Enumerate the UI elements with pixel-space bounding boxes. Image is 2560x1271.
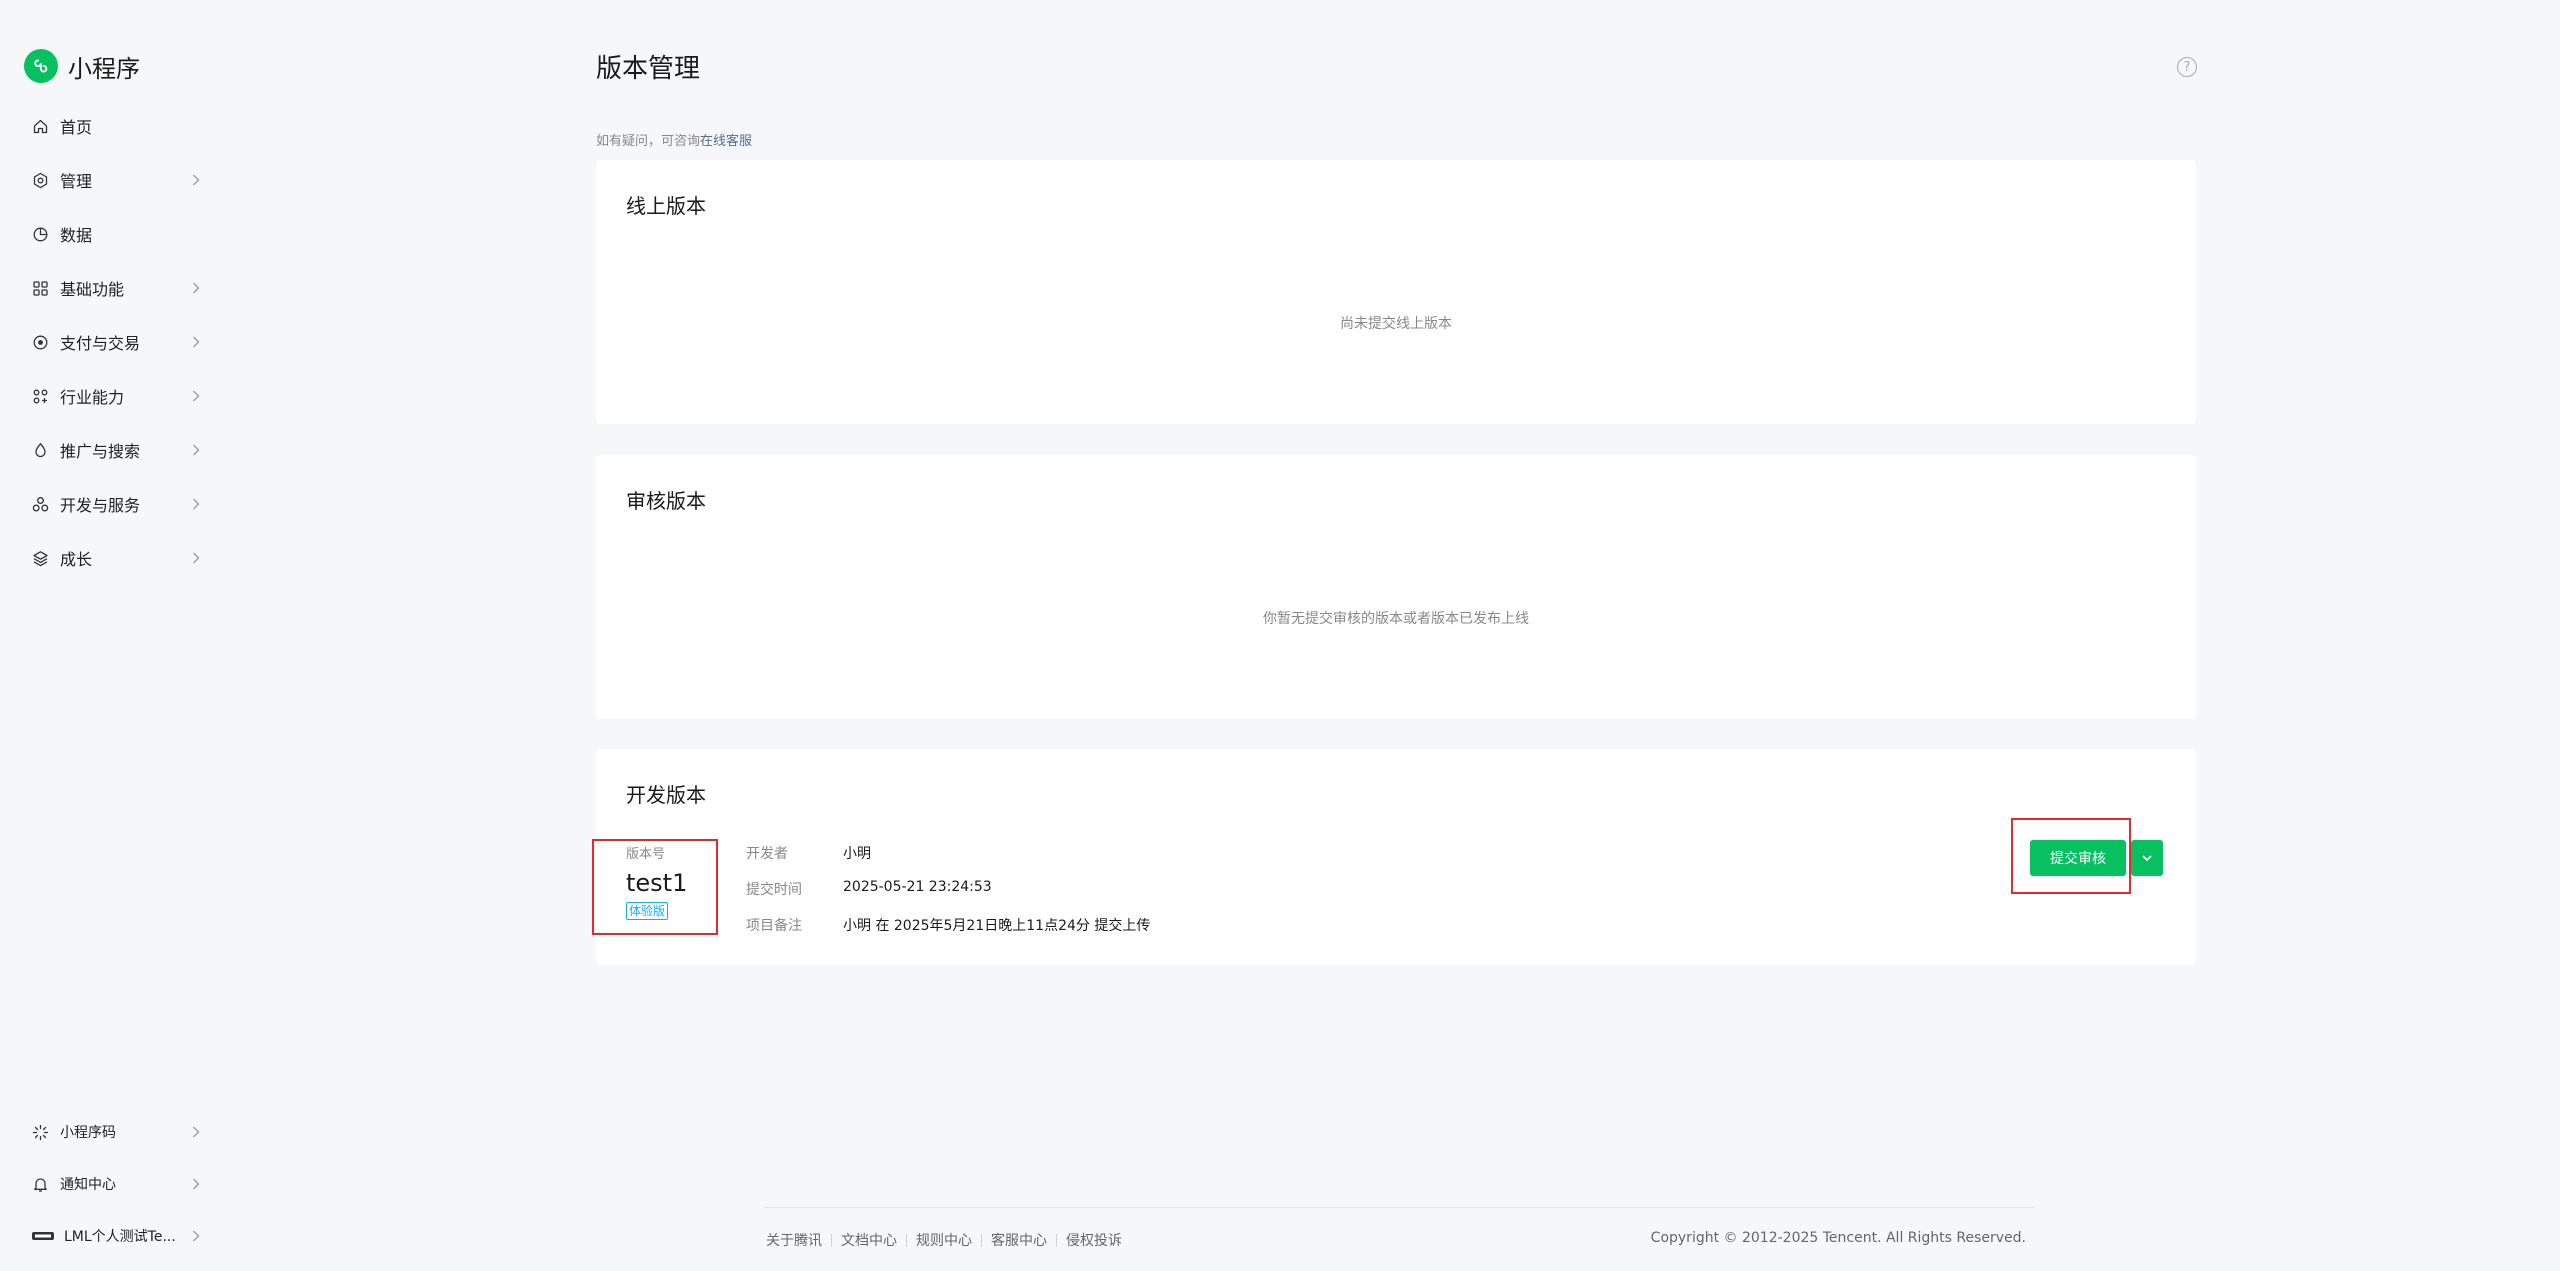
sidebar-item-notifications[interactable]: 通知中心 xyxy=(32,1168,204,1200)
dev-icon xyxy=(32,496,49,513)
chevron-right-icon xyxy=(188,388,204,404)
sidebar-item-label: 通知中心 xyxy=(60,1177,116,1193)
sidebar-item-data[interactable]: 数据 xyxy=(32,218,204,250)
sidebar-item-promotion[interactable]: 推广与搜索 xyxy=(32,434,204,466)
chevron-right-icon xyxy=(188,496,204,512)
footer-link-support[interactable]: 客服中心 xyxy=(991,1230,1047,1250)
footer-links: 关于腾讯 文档中心 规则中心 客服中心 侵权投诉 xyxy=(766,1230,1122,1250)
sidebar-item-label: 成长 xyxy=(60,550,93,569)
sidebar-item-label: 首页 xyxy=(60,118,93,137)
online-support-link[interactable]: 在线客服 xyxy=(700,134,752,149)
sidebar-item-qrcode[interactable]: 小程序码 xyxy=(32,1116,204,1148)
sidebar-item-label: 支付与交易 xyxy=(60,334,141,353)
help-icon[interactable]: ? xyxy=(2177,57,2197,77)
project-note-label: 项目备注 xyxy=(746,918,802,934)
developer-value: 小明 xyxy=(843,846,871,862)
online-version-title: 线上版本 xyxy=(626,194,706,218)
help-tip-text: 如有疑问，可咨询 xyxy=(596,134,701,149)
developer-label: 开发者 xyxy=(746,846,788,862)
footer-separator xyxy=(906,1233,907,1247)
qrcode-icon xyxy=(32,1124,49,1141)
sidebar-item-label: 数据 xyxy=(60,226,93,245)
settings-icon xyxy=(32,172,49,189)
brand-logo[interactable]: 小程序 xyxy=(24,48,140,84)
submit-time-value: 2025-05-21 23:24:53 xyxy=(843,879,992,895)
sidebar: 小程序 首页 管理 数据 基础功能 支付与交易 行业能力 推广与搜索 开发与服务 xyxy=(0,0,220,1271)
mini-program-logo-icon xyxy=(24,49,58,83)
sidebar-item-label: 管理 xyxy=(60,172,93,191)
sidebar-item-growth[interactable]: 成长 xyxy=(32,542,204,574)
chevron-right-icon xyxy=(188,1176,204,1192)
submit-time-label: 提交时间 xyxy=(746,882,802,898)
sidebar-item-label: 小程序码 xyxy=(60,1125,116,1141)
sidebar-item-manage[interactable]: 管理 xyxy=(32,164,204,196)
chevron-right-icon xyxy=(188,172,204,188)
sidebar-item-industry[interactable]: 行业能力 xyxy=(32,380,204,412)
sidebar-item-account[interactable]: LML个人测试Te... xyxy=(32,1220,204,1252)
pie-chart-icon xyxy=(32,226,49,243)
page-title: 版本管理 xyxy=(596,54,701,84)
home-icon xyxy=(32,118,49,135)
sidebar-item-label: 开发与服务 xyxy=(60,496,141,515)
footer-separator xyxy=(1056,1233,1057,1247)
online-version-empty: 尚未提交线上版本 xyxy=(1340,316,1452,332)
bell-icon xyxy=(32,1176,49,1193)
footer-separator xyxy=(981,1233,982,1247)
project-note-value: 小明 在 2025年5月21日晚上11点24分 提交上传 xyxy=(843,918,1151,934)
sidebar-item-basic-functions[interactable]: 基础功能 xyxy=(32,272,204,304)
footer-link-docs[interactable]: 文档中心 xyxy=(841,1230,897,1250)
sidebar-item-payment[interactable]: 支付与交易 xyxy=(32,326,204,358)
sidebar-item-label: LML个人测试Te... xyxy=(64,1229,176,1245)
growth-icon xyxy=(32,550,49,567)
version-highlight-box xyxy=(592,839,718,935)
sidebar-item-label: 推广与搜索 xyxy=(60,442,141,461)
footer-divider xyxy=(764,1207,2034,1208)
sidebar-item-home[interactable]: 首页 xyxy=(32,110,204,142)
copyright: Copyright © 2012-2025 Tencent. All Right… xyxy=(1650,1230,2026,1246)
chevron-down-icon xyxy=(2142,855,2152,861)
grid-icon xyxy=(32,280,49,297)
sidebar-item-dev-services[interactable]: 开发与服务 xyxy=(32,488,204,520)
industry-icon xyxy=(32,388,49,405)
online-version-card: 线上版本 尚未提交线上版本 xyxy=(596,160,2196,424)
chevron-right-icon xyxy=(188,334,204,350)
account-avatar-icon xyxy=(32,1228,54,1245)
footer-separator xyxy=(831,1233,832,1247)
footer-link-infringement[interactable]: 侵权投诉 xyxy=(1066,1230,1122,1250)
review-version-empty: 你暂无提交审核的版本或者版本已发布上线 xyxy=(1263,611,1529,627)
pay-icon xyxy=(32,334,49,351)
review-version-card: 审核版本 你暂无提交审核的版本或者版本已发布上线 xyxy=(596,455,2196,719)
chevron-right-icon xyxy=(188,280,204,296)
dev-version-card: 开发版本 版本号 test1 体验版 开发者 小明 提交时间 2025-05-2… xyxy=(596,749,2196,965)
footer-link-rules[interactable]: 规则中心 xyxy=(916,1230,972,1250)
sidebar-item-label: 基础功能 xyxy=(60,280,125,299)
submit-highlight-box xyxy=(2011,818,2131,894)
review-version-title: 审核版本 xyxy=(626,489,706,513)
more-actions-dropdown[interactable] xyxy=(2131,840,2163,876)
sidebar-item-label: 行业能力 xyxy=(60,388,125,407)
help-tip: 如有疑问，可咨询在线客服 xyxy=(596,130,752,149)
chevron-right-icon xyxy=(188,550,204,566)
chevron-right-icon xyxy=(188,1124,204,1140)
dev-version-title: 开发版本 xyxy=(626,783,706,807)
footer-link-about[interactable]: 关于腾讯 xyxy=(766,1230,822,1250)
promote-icon xyxy=(32,442,49,459)
brand-name: 小程序 xyxy=(68,54,140,83)
chevron-right-icon xyxy=(188,1228,204,1244)
chevron-right-icon xyxy=(188,442,204,458)
